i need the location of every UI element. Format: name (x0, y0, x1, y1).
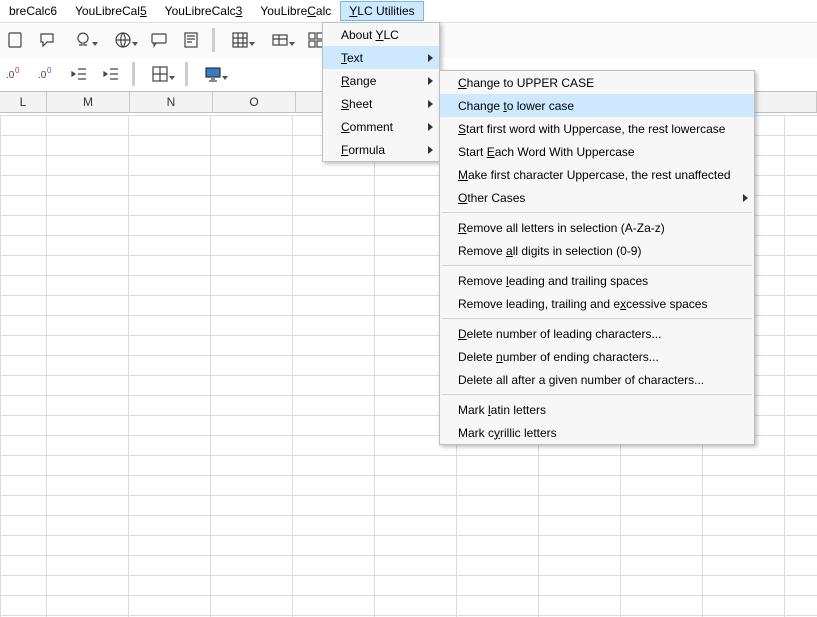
grid-icon[interactable] (225, 29, 255, 51)
text-menu-sep (442, 318, 752, 319)
table-icon[interactable] (265, 29, 295, 51)
menu-0[interactable]: breCalc6 (0, 1, 66, 21)
submenu-arrow-icon (428, 123, 433, 131)
gridline-h (0, 495, 817, 496)
gridline-h (0, 535, 817, 536)
indentL-icon[interactable] (68, 63, 90, 85)
submenu-arrow-icon (428, 146, 433, 154)
menu-1[interactable]: YouLibreCal5 (66, 1, 156, 21)
text-menu-item-0[interactable]: Change to UPPER CASE (440, 71, 754, 94)
gridline-h (0, 555, 817, 556)
text-menu-item-17[interactable]: Mark latin letters (440, 398, 754, 421)
toolbar-separator (185, 62, 188, 86)
svg-text:.0: .0 (6, 70, 15, 81)
omega-icon[interactable] (68, 29, 98, 51)
text-menu-item-8[interactable]: Remove all digits in selection (0-9) (440, 239, 754, 262)
text-menu-item-11[interactable]: Remove leading, trailing and excessive s… (440, 292, 754, 315)
border-icon[interactable] (145, 63, 175, 85)
menu-4[interactable]: YLC Utilities (340, 1, 423, 21)
ylc-menu-item-0[interactable]: About YLC (323, 23, 439, 46)
gridline-v (292, 115, 293, 617)
text-menu-item-7[interactable]: Remove all letters in selection (A-Za-z) (440, 216, 754, 239)
indentR-icon[interactable] (100, 63, 122, 85)
globe-icon[interactable] (108, 29, 138, 51)
colheader-L[interactable]: L (0, 92, 47, 112)
text-menu-sep (442, 212, 752, 213)
text-menu-item-15[interactable]: Delete all after a given number of chara… (440, 368, 754, 391)
gridline-h (0, 615, 817, 616)
text-menu-item-1[interactable]: Change to lower case (440, 94, 754, 117)
svg-text:.0: .0 (38, 70, 47, 81)
colheader-O[interactable]: O (213, 92, 296, 112)
submenu-arrow-icon (428, 54, 433, 62)
speech-icon[interactable] (36, 29, 58, 51)
text-menu-item-4[interactable]: Make first character Uppercase, the rest… (440, 163, 754, 186)
submenu-arrow-icon (428, 100, 433, 108)
ylc-menu-item-4[interactable]: Comment (323, 115, 439, 138)
text-menu-item-10[interactable]: Remove leading and trailing spaces (440, 269, 754, 292)
d00b-icon[interactable]: .00 (36, 63, 58, 85)
gridline-v (46, 115, 47, 617)
ylc-menu-item-1[interactable]: Text (323, 46, 439, 69)
text-menu-item-2[interactable]: Start first word with Uppercase, the res… (440, 117, 754, 140)
text-menu-item-14[interactable]: Delete number of ending characters... (440, 345, 754, 368)
gridline-v (0, 115, 1, 617)
gridline-h (0, 595, 817, 596)
gridline-v (210, 115, 211, 617)
comment-icon[interactable] (148, 29, 170, 51)
colheader-M[interactable]: M (47, 92, 130, 112)
ylc-menu-item-3[interactable]: Sheet (323, 92, 439, 115)
svg-text:0: 0 (15, 66, 20, 75)
text-menu-item-13[interactable]: Delete number of leading characters... (440, 322, 754, 345)
text-menu-sep (442, 265, 752, 266)
text-menu-item-3[interactable]: Start Each Word With Uppercase (440, 140, 754, 163)
gridline-v (128, 115, 129, 617)
doc-icon[interactable] (4, 29, 26, 51)
svg-text:0: 0 (47, 66, 52, 75)
text-menu-item-5[interactable]: Other Cases (440, 186, 754, 209)
menu-3[interactable]: YouLibreCalc (251, 1, 340, 21)
gridline-h (0, 475, 817, 476)
gridline-v (784, 115, 785, 617)
colheader-N[interactable]: N (130, 92, 213, 112)
screen-icon[interactable] (198, 63, 228, 85)
gridline-h (0, 575, 817, 576)
submenu-arrow-icon (743, 194, 748, 202)
gridline-h (0, 455, 817, 456)
ylc-menu-item-2[interactable]: Range (323, 69, 439, 92)
page-icon[interactable] (180, 29, 202, 51)
ylc-utilities-menu: About YLCTextRangeSheetCommentFormula (322, 22, 440, 162)
menu-2[interactable]: YouLibreCalc3 (156, 1, 252, 21)
menubar: breCalc6YouLibreCal5YouLibreCalc3YouLibr… (0, 0, 817, 23)
submenu-arrow-icon (428, 77, 433, 85)
gridline-h (0, 515, 817, 516)
d00-icon[interactable]: .00 (4, 63, 26, 85)
ylc-menu-item-5[interactable]: Formula (323, 138, 439, 161)
text-submenu: Change to UPPER CASEChange to lower case… (439, 70, 755, 445)
gridline-v (374, 115, 375, 617)
toolbar-separator (132, 62, 135, 86)
toolbar-separator (212, 28, 215, 52)
text-menu-item-18[interactable]: Mark cyrillic letters (440, 421, 754, 444)
text-menu-sep (442, 394, 752, 395)
